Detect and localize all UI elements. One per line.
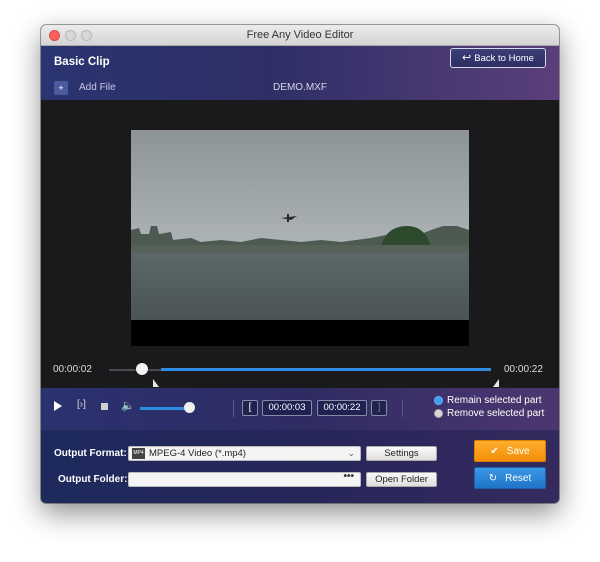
output-format-select[interactable]: MP4 MPEG-4 Video (*.mp4) ⌄ — [128, 446, 361, 461]
back-to-home-label: Back to Home — [474, 53, 534, 64]
total-time: 00:00:22 — [504, 364, 543, 375]
divider — [402, 400, 403, 417]
save-label: Save — [506, 446, 530, 457]
current-time: 00:00:02 — [53, 364, 92, 375]
volume-icon[interactable]: 🔈 — [121, 399, 135, 412]
zoom-window-button[interactable] — [81, 30, 92, 41]
save-button[interactable]: ✔ Save — [474, 440, 546, 462]
chevron-down-icon: ⌄ — [347, 448, 355, 458]
mpeg4-format-icon: MP4 — [132, 448, 145, 459]
output-folder-input[interactable]: ••• — [128, 471, 361, 487]
playhead-thumb[interactable] — [136, 363, 148, 375]
page-title: Basic Clip — [54, 56, 110, 68]
video-preview-image — [131, 130, 469, 320]
file-name: DEMO.MXF — [273, 82, 327, 93]
app-window: Free Any Video Editor Basic Clip ↩ Back t… — [41, 25, 559, 503]
back-arrow-icon: ↩ — [462, 52, 472, 64]
close-window-button[interactable] — [49, 30, 60, 41]
settings-button[interactable]: Settings — [366, 446, 437, 461]
file-bar: + Add File DEMO.MXF — [41, 78, 559, 100]
timeline-selection — [161, 368, 491, 371]
step-frame-icon[interactable]: [›] — [77, 399, 86, 410]
video-frame[interactable] — [131, 130, 469, 346]
back-to-home-button[interactable]: ↩ Back to Home — [450, 48, 546, 68]
video-player: 00:00:02 00:00:22 — [41, 100, 559, 388]
start-time-field[interactable]: 00:00:03 — [262, 400, 312, 416]
play-icon[interactable] — [54, 401, 62, 411]
selection-end-marker[interactable] — [493, 379, 499, 387]
output-panel: Output Format: MP4 MPEG-4 Video (*.mp4) … — [41, 430, 559, 503]
header: Basic Clip ↩ Back to Home + Add File DEMO… — [41, 46, 559, 100]
playback-controls: [›] 🔈 [ 00:00:03 00:00:22 ] Remain selec… — [41, 388, 559, 430]
remove-label: Remove selected part — [447, 408, 545, 419]
remain-label: Remain selected part — [447, 395, 542, 406]
check-icon: ✔ — [490, 446, 499, 457]
stop-icon[interactable] — [101, 403, 108, 410]
set-start-button[interactable]: [ — [242, 400, 258, 416]
timeline: 00:00:02 00:00:22 — [41, 360, 559, 388]
selection-start-marker[interactable] — [153, 379, 159, 387]
output-format-label: Output Format: — [54, 448, 127, 459]
output-folder-label: Output Folder: — [58, 474, 128, 485]
reset-label: Reset — [505, 473, 532, 484]
minimize-window-button[interactable] — [65, 30, 76, 41]
title-bar: Free Any Video Editor — [41, 25, 559, 46]
remove-radio[interactable] — [434, 409, 443, 418]
window-title: Free Any Video Editor — [246, 29, 354, 41]
divider — [233, 400, 234, 417]
reset-icon: ↻ — [488, 473, 498, 484]
volume-slider[interactable] — [140, 407, 190, 410]
output-format-value: MPEG-4 Video (*.mp4) — [149, 448, 246, 459]
volume-thumb[interactable] — [184, 402, 195, 413]
remain-radio[interactable] — [434, 396, 443, 405]
open-folder-button[interactable]: Open Folder — [366, 472, 437, 487]
reset-button[interactable]: ↻ Reset — [474, 467, 546, 489]
browse-folder-button[interactable]: ••• — [343, 471, 354, 482]
set-end-button[interactable]: ] — [371, 400, 387, 416]
end-time-field[interactable]: 00:00:22 — [317, 400, 367, 416]
